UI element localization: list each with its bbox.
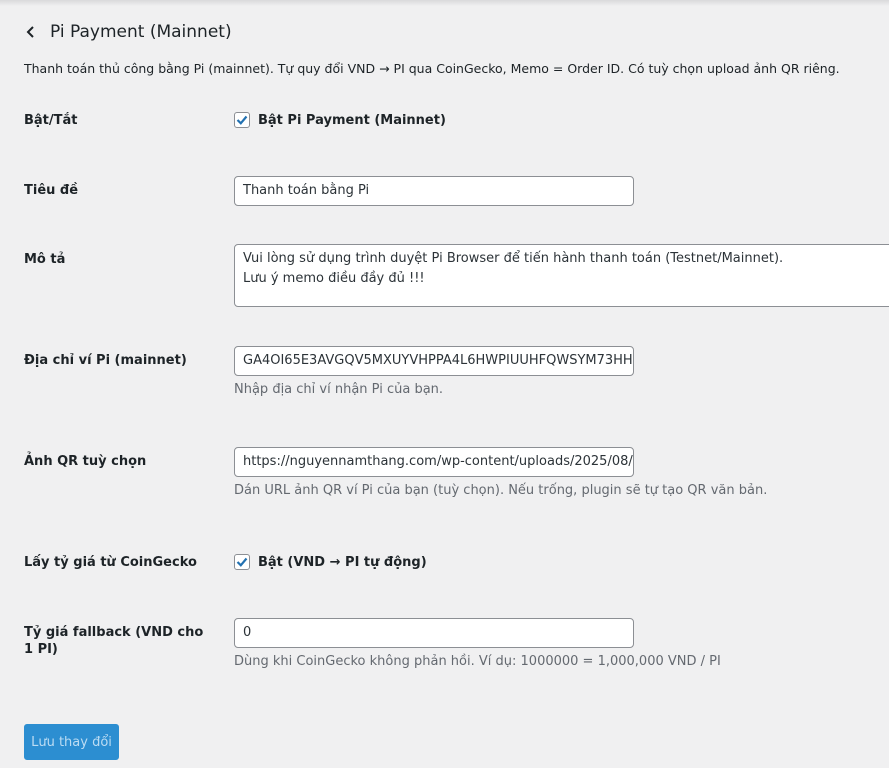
checkmark-icon <box>236 557 248 567</box>
page-description: Thanh toán thủ công bằng Pi (mainnet). T… <box>24 61 840 76</box>
qr-label: Ảnh QR tuỳ chọn <box>24 454 147 469</box>
save-button[interactable]: Lưu thay đổi <box>24 724 119 760</box>
wallet-address-input[interactable]: GA4OI65E3AVGQV5MXUYVHPPA4L6HWPIUUHFQWSYM… <box>234 346 634 376</box>
enable-checkbox-row: Bật Pi Payment (Mainnet) <box>234 112 446 128</box>
wallet-help-text: Nhập địa chỉ ví nhận Pi của bạn. <box>234 382 444 397</box>
description-label: Mô tả <box>24 252 66 267</box>
qr-url-input[interactable]: https://nguyennamthang.com/wp-content/up… <box>234 447 634 477</box>
enable-checkbox[interactable] <box>234 112 250 128</box>
wallet-label: Địa chỉ ví Pi (mainnet) <box>24 353 187 368</box>
checkmark-icon <box>236 115 248 125</box>
enable-label: Bật/Tắt <box>24 113 78 128</box>
title-input[interactable]: Thanh toán bằng Pi <box>234 176 634 206</box>
coingecko-checkbox-label: Bật (VND → PI tự động) <box>258 554 427 570</box>
page-header: Pi Payment (Mainnet) <box>24 20 232 44</box>
description-textarea[interactable]: Vui lòng sử dụng trình duyệt Pi Browser … <box>234 244 889 307</box>
enable-checkbox-label: Bật Pi Payment (Mainnet) <box>258 112 446 128</box>
fallback-help-text: Dùng khi CoinGecko không phản hồi. Ví dụ… <box>234 654 721 669</box>
back-arrow-icon[interactable] <box>24 20 44 44</box>
fallback-rate-input[interactable]: 0 <box>234 618 634 648</box>
coingecko-checkbox-row: Bật (VND → PI tự động) <box>234 554 427 570</box>
fallback-label: Tỷ giá fallback (VND cho 1 PI) <box>24 625 204 657</box>
coingecko-checkbox[interactable] <box>234 554 250 570</box>
title-label: Tiêu đề <box>24 183 79 198</box>
coingecko-label: Lấy tỷ giá từ CoinGecko <box>24 555 197 570</box>
qr-help-text: Dán URL ảnh QR ví Pi của bạn (tuỳ chọn).… <box>234 483 768 498</box>
page-title: Pi Payment (Mainnet) <box>50 22 232 42</box>
top-shadow <box>0 0 889 6</box>
